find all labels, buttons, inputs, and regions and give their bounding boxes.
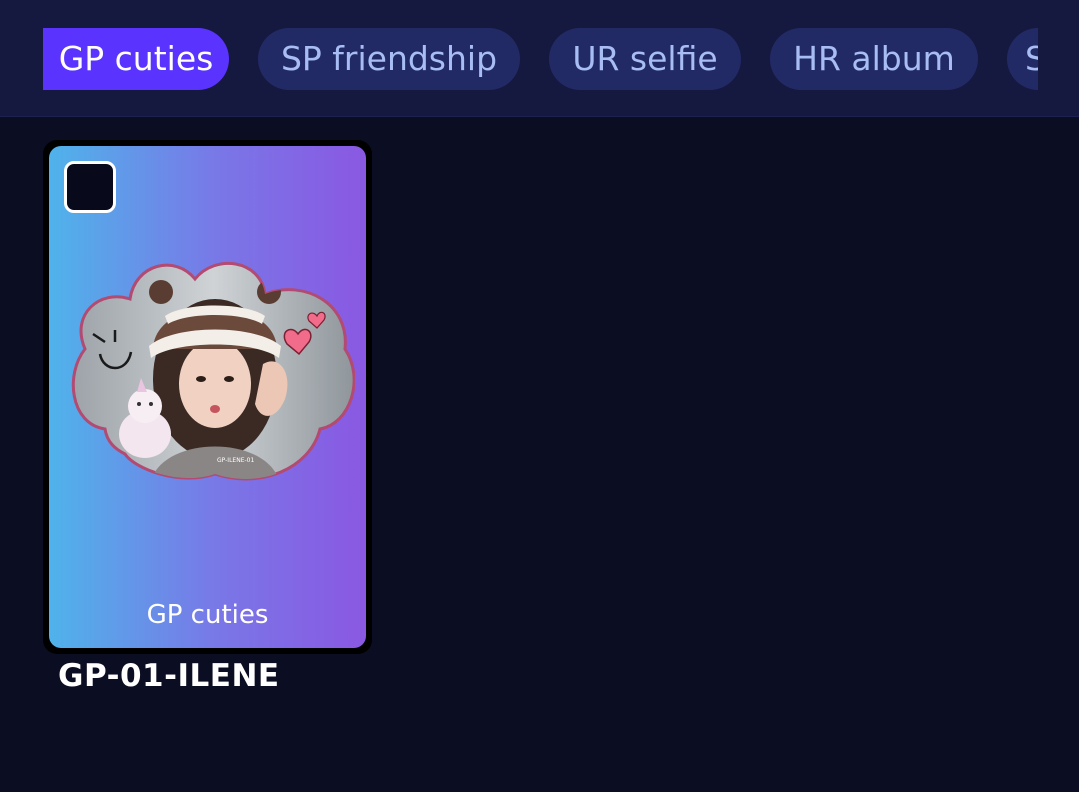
card-name: GP-01-ILENE — [58, 658, 280, 694]
photocard-image: GP-ILENE-01 — [71, 262, 355, 481]
tab-next-partial[interactable]: S — [1007, 28, 1038, 90]
tab-ur-selfie[interactable]: UR selfie — [549, 28, 741, 90]
category-tab-bar: GP cuties SP friendship UR selfie HR alb… — [0, 0, 1079, 117]
photo-watermark: GP-ILENE-01 — [217, 457, 254, 464]
tab-gp-cuties[interactable]: GP cuties — [43, 28, 229, 90]
select-checkbox[interactable] — [64, 161, 116, 213]
category-tabs-scroller[interactable]: GP cuties SP friendship UR selfie HR alb… — [43, 27, 1038, 91]
tab-hr-album[interactable]: HR album — [770, 28, 978, 90]
card-set-label: GP cuties — [146, 600, 269, 630]
tab-sp-friendship[interactable]: SP friendship — [258, 28, 520, 90]
photocard[interactable]: GP-ILENE-01 GP cuties — [43, 140, 372, 654]
photocard-face[interactable]: GP-ILENE-01 GP cuties — [49, 146, 366, 648]
